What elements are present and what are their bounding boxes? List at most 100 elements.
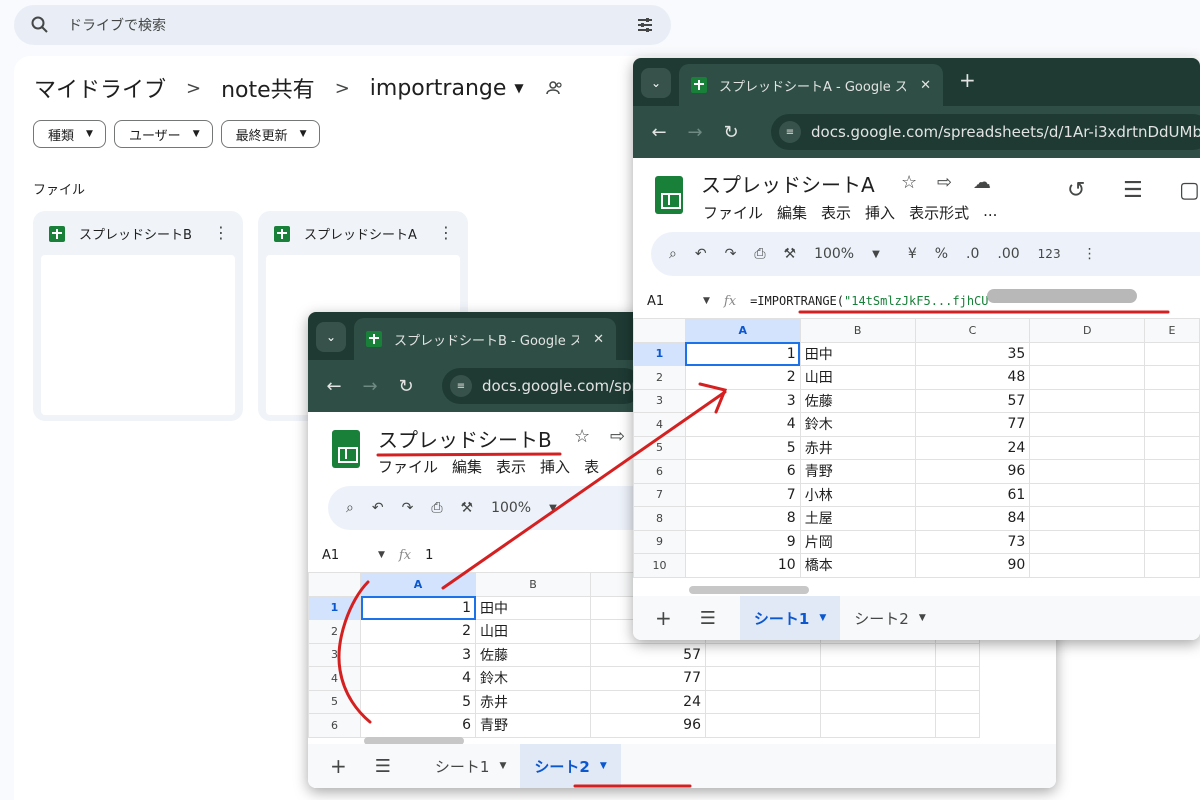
row-header[interactable]: 7 (633, 482, 686, 507)
cell[interactable]: 田中 (799, 341, 916, 366)
cell[interactable] (1029, 412, 1146, 437)
sheet-grid[interactable]: A B C D E 1 1 田中 35 2 2 山田 48 3 3 佐藤 57 (633, 318, 1200, 578)
cell[interactable]: 6 (360, 713, 476, 738)
cell[interactable]: 3 (684, 388, 801, 413)
cell[interactable] (935, 666, 980, 691)
more-vert-icon[interactable]: ⋮ (1083, 246, 1097, 262)
forward-icon[interactable]: → (685, 122, 705, 143)
cell[interactable]: 7 (684, 482, 801, 507)
cell[interactable] (1029, 482, 1146, 507)
row-header[interactable]: 4 (308, 666, 361, 691)
cell[interactable]: 小林 (799, 482, 916, 507)
cell[interactable]: 赤井 (799, 435, 916, 460)
row-header[interactable]: 5 (308, 689, 361, 714)
cell[interactable]: 5 (684, 435, 801, 460)
currency-format-button[interactable]: ¥ (908, 246, 917, 262)
cell[interactable]: 2 (684, 365, 801, 390)
cell[interactable]: 90 (914, 553, 1031, 578)
sheet-tab-2[interactable]: シート2 ▼ (520, 744, 621, 788)
cell[interactable]: 鈴木 (475, 666, 591, 691)
cell[interactable] (1029, 506, 1146, 531)
corner-header[interactable] (633, 318, 686, 343)
more-formats-button[interactable]: 123 (1038, 247, 1061, 261)
tab-search-icon[interactable]: ⌄ (641, 68, 671, 98)
doc-title[interactable]: スプレッドシートB (378, 424, 552, 453)
cell[interactable]: 田中 (475, 595, 591, 620)
row-header[interactable]: 3 (308, 642, 361, 667)
breadcrumb-importrange[interactable]: importrange (370, 76, 507, 101)
cell[interactable] (1144, 529, 1200, 554)
more-vert-icon[interactable]: ⋮ (213, 223, 229, 242)
caret-down-icon[interactable]: ▼ (378, 550, 385, 560)
sheets-logo[interactable] (332, 430, 360, 468)
menu-edit[interactable]: 編集 (452, 456, 482, 477)
row-header[interactable]: 1 (308, 595, 361, 620)
horizontal-scrollbar[interactable] (689, 586, 809, 594)
cell[interactable] (1029, 365, 1146, 390)
menu-format[interactable]: 表示形式 (909, 202, 969, 223)
undo-icon[interactable]: ↶ (372, 500, 384, 516)
doc-title[interactable]: スプレッドシートA (701, 169, 875, 198)
cell[interactable]: 山田 (799, 365, 916, 390)
cell[interactable]: 84 (914, 506, 1031, 531)
col-header-d[interactable]: D (1029, 318, 1146, 343)
menu-edit[interactable]: 編集 (777, 202, 807, 223)
cell[interactable]: 3 (360, 642, 476, 667)
all-sheets-icon[interactable]: ☰ (375, 756, 391, 777)
percent-format-button[interactable]: % (935, 246, 948, 262)
cell[interactable]: 山田 (475, 619, 591, 644)
increase-decimal-button[interactable]: .00 (997, 246, 1019, 262)
paint-format-icon[interactable]: ⚒ (784, 246, 797, 262)
cell[interactable]: 61 (914, 482, 1031, 507)
cell[interactable]: 57 (590, 642, 706, 667)
cell[interactable] (820, 713, 936, 738)
move-folder-icon[interactable]: ⇨ (937, 172, 952, 193)
forward-icon[interactable]: → (360, 376, 380, 397)
row-header[interactable]: 8 (633, 506, 686, 531)
cell[interactable] (935, 713, 980, 738)
filter-user[interactable]: ユーザー ▼ (113, 120, 213, 148)
back-icon[interactable]: ← (649, 122, 669, 143)
cell[interactable]: 佐藤 (475, 642, 591, 667)
cell[interactable]: 5 (360, 689, 476, 714)
cell[interactable]: 片岡 (799, 529, 916, 554)
breadcrumb-my-drive[interactable]: マイドライブ (34, 72, 166, 104)
formula-input[interactable]: 1 (425, 548, 433, 563)
filter-type[interactable]: 種類 ▼ (33, 120, 106, 148)
cell[interactable] (1144, 341, 1200, 366)
sheet-tab-1[interactable]: シート1 ▼ (421, 744, 520, 788)
col-header-a[interactable]: A (684, 318, 801, 343)
close-icon[interactable]: ✕ (920, 78, 931, 93)
row-header[interactable]: 1 (633, 341, 686, 366)
menu-file[interactable]: ファイル (378, 456, 438, 477)
menu-format[interactable]: 表 (584, 456, 599, 477)
cell[interactable]: 24 (914, 435, 1031, 460)
cell[interactable] (1144, 365, 1200, 390)
paint-format-icon[interactable]: ⚒ (461, 500, 474, 516)
browser-tab-spreadsheet-a[interactable]: スプレッドシートA - Google スプレッ ✕ (679, 64, 943, 106)
col-header-a[interactable]: A (360, 572, 476, 597)
cell[interactable] (1029, 553, 1146, 578)
cell[interactable] (705, 689, 821, 714)
cell[interactable]: 橋本 (799, 553, 916, 578)
search-menu-icon[interactable]: ⌕ (669, 246, 677, 262)
print-icon[interactable]: ⎙ (431, 500, 442, 516)
cell[interactable]: 24 (590, 689, 706, 714)
cell[interactable] (1144, 459, 1200, 484)
cell[interactable] (705, 713, 821, 738)
cell[interactable]: 9 (684, 529, 801, 554)
menu-insert[interactable]: 挿入 (540, 456, 570, 477)
add-sheet-icon[interactable]: + (655, 606, 672, 630)
cell[interactable] (1144, 412, 1200, 437)
decrease-decimal-button[interactable]: .0 (966, 246, 979, 262)
row-header[interactable]: 5 (633, 435, 686, 460)
caret-down-icon[interactable]: ▼ (514, 81, 523, 95)
sheets-logo[interactable] (655, 176, 683, 214)
cloud-status-icon[interactable]: ☁ (973, 172, 991, 193)
cell[interactable] (1144, 388, 1200, 413)
address-bar[interactable]: ≡ docs.google.com/spr (442, 368, 642, 404)
site-info-icon[interactable]: ≡ (450, 375, 472, 397)
browser-tab-spreadsheet-b[interactable]: スプレッドシートB - Google スプレッ ✕ (354, 318, 616, 360)
cell[interactable]: 48 (914, 365, 1031, 390)
meet-icon[interactable]: ▢ (1179, 178, 1200, 203)
